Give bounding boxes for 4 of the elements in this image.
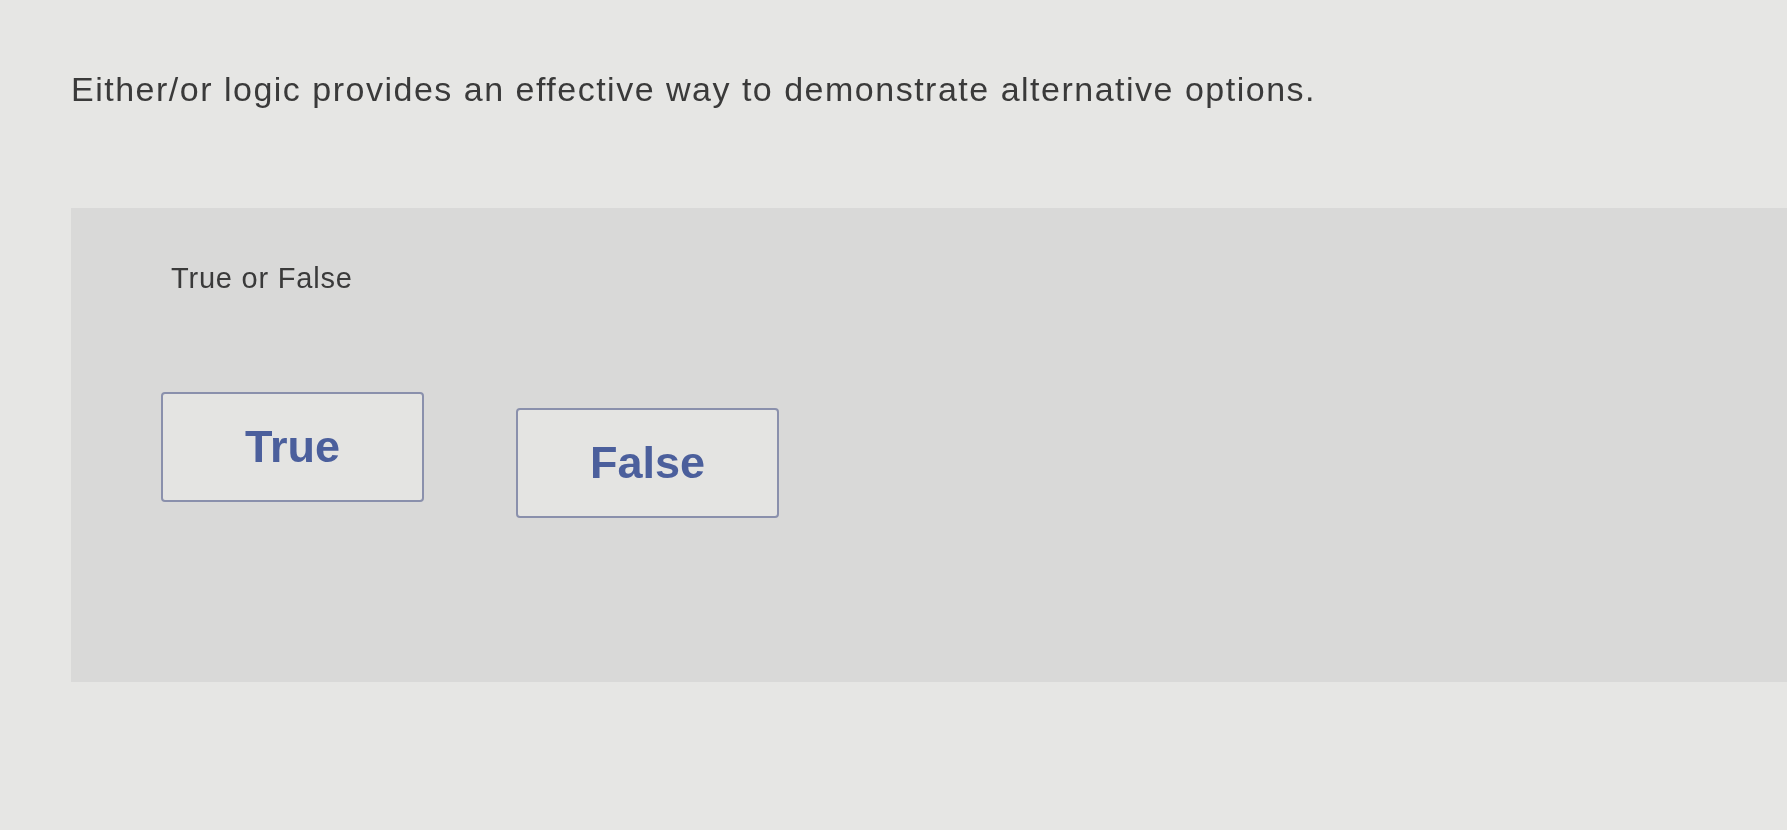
- answer-option-button[interactable]: False: [516, 408, 779, 518]
- question-text: Either/or logic provides an effective way to demonstrate alternative options.: [71, 69, 1317, 110]
- answer-option-button[interactable]: True: [161, 392, 424, 502]
- prompt-text: True or False: [171, 261, 353, 296]
